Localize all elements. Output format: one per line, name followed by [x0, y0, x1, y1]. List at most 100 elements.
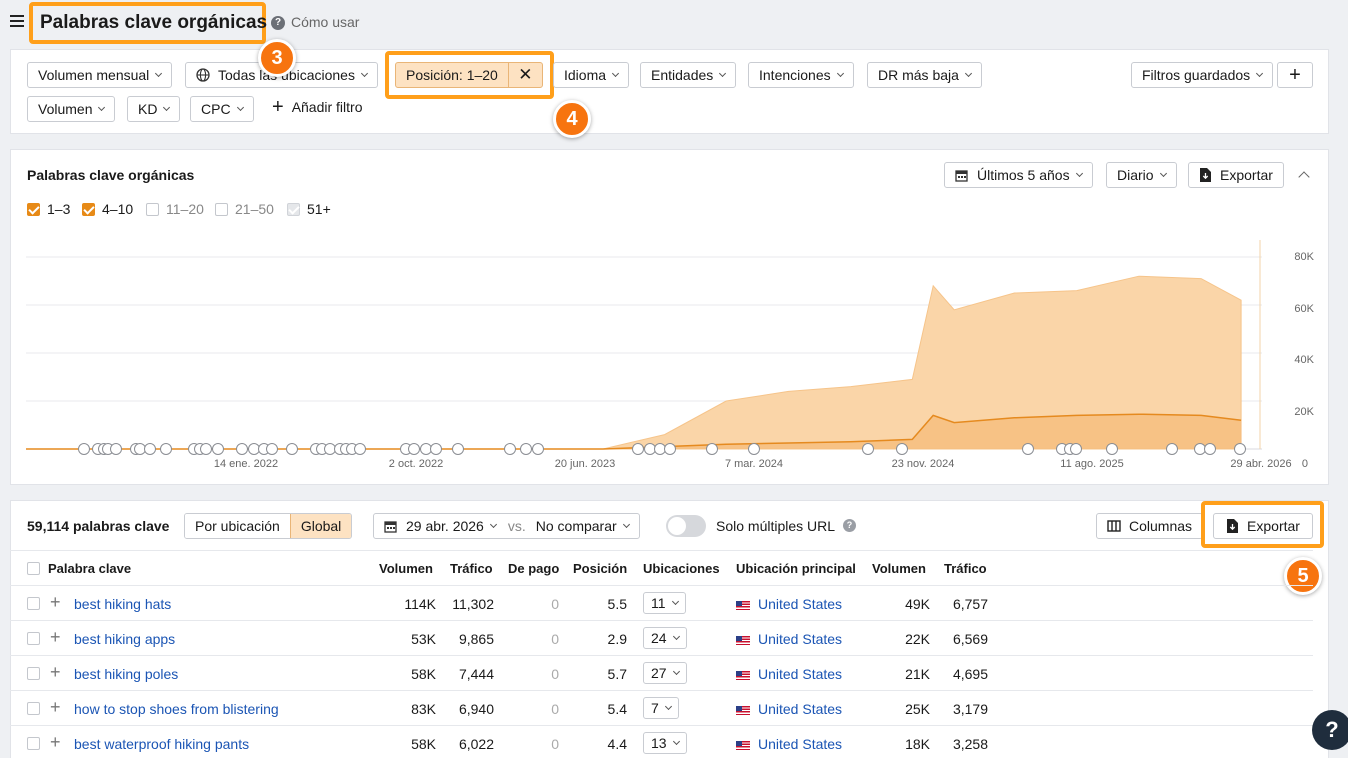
legend-51-plus[interactable]: 51+ — [287, 201, 331, 217]
add-keyword-icon[interactable]: + — [50, 662, 61, 683]
chart-export-button[interactable]: Exportar — [1188, 162, 1284, 188]
step-badge-5: 5 — [1284, 557, 1322, 595]
chart-title: Palabras clave orgánicas — [27, 167, 195, 183]
filter-kd[interactable]: KD — [127, 96, 181, 122]
main-location-link[interactable]: United States — [736, 666, 842, 682]
main-volume-cell: 25K — [905, 701, 930, 717]
add-filter-button[interactable]: + Añadir filtro — [272, 97, 363, 117]
help-circle-icon[interactable]: ? — [271, 16, 285, 30]
filter-label: Intenciones — [759, 67, 831, 83]
period-select[interactable]: Últimos 5 años — [944, 162, 1093, 188]
close-icon[interactable]: ✕ — [507, 63, 542, 87]
x-tick: 29 abr. 2026 — [1230, 458, 1292, 470]
help-chat-button[interactable]: ? — [1312, 710, 1348, 750]
filter-idioma[interactable]: Idioma — [553, 62, 630, 88]
legend-label: 51+ — [307, 201, 331, 217]
col-header-keyword[interactable]: Palabra clave — [48, 561, 131, 576]
x-tick: 11 ago. 2025 — [1060, 458, 1124, 470]
annotation-marker-icon — [748, 443, 760, 455]
filter-entidades[interactable]: Entidades — [640, 62, 737, 88]
add-keyword-icon[interactable]: + — [50, 592, 61, 613]
add-keyword-icon[interactable]: + — [50, 697, 61, 718]
row-checkbox[interactable] — [27, 597, 40, 610]
chevron-down-icon — [98, 103, 106, 112]
columns-button[interactable]: Columnas — [1096, 513, 1204, 539]
divider — [10, 725, 1313, 726]
filter-intenciones[interactable]: Intenciones — [748, 62, 854, 88]
legend-11-20[interactable]: 11–20 — [146, 201, 204, 217]
multiple-url-label: Solo múltiples URL — [716, 518, 836, 534]
legend-checkbox[interactable] — [146, 202, 159, 216]
y-tick: 80K — [1294, 251, 1314, 263]
granularity-select[interactable]: Diario — [1106, 162, 1177, 188]
scope-por-ubicacion[interactable]: Por ubicación — [185, 514, 290, 538]
col-header-traffic[interactable]: Tráfico — [450, 561, 493, 576]
filter-cpc[interactable]: CPC — [190, 96, 254, 122]
keyword-link[interactable]: best waterproof hiking pants — [74, 736, 249, 752]
position-cell: 2.9 — [607, 631, 627, 647]
keyword-link[interactable]: best hiking poles — [74, 666, 178, 682]
row-checkbox[interactable] — [27, 702, 40, 715]
main-location-link[interactable]: United States — [736, 631, 842, 647]
col-header-paid[interactable]: De pago — [508, 561, 559, 576]
main-location-link[interactable]: United States — [736, 596, 842, 612]
col-header-main-traffic[interactable]: Tráfico — [944, 561, 987, 576]
legend-1-3[interactable]: 1–3 — [27, 201, 70, 217]
scope-global[interactable]: Global — [289, 514, 352, 538]
table-export-button[interactable]: Exportar — [1213, 513, 1313, 539]
paid-cell: 0 — [551, 631, 559, 647]
filter-label: CPC — [201, 101, 231, 117]
multiple-url-toggle[interactable] — [666, 515, 706, 537]
keyword-link[interactable]: best hiking apps — [74, 631, 175, 647]
main-location-link[interactable]: United States — [736, 701, 842, 717]
menu-icon[interactable] — [10, 15, 24, 27]
col-header-main-location[interactable]: Ubicación principal — [736, 561, 856, 576]
how-to-link[interactable]: Cómo usar — [291, 14, 359, 30]
main-location-link[interactable]: United States — [736, 736, 842, 752]
legend-4-10[interactable]: 4–10 — [82, 201, 133, 217]
legend-checkbox[interactable] — [215, 202, 228, 216]
row-checkbox[interactable] — [27, 737, 40, 750]
filter-dr[interactable]: DR más baja — [867, 62, 982, 88]
col-header-position[interactable]: Posición — [573, 561, 627, 576]
saved-filters-button[interactable]: Filtros guardados — [1131, 62, 1274, 88]
col-header-volume[interactable]: Volumen — [379, 561, 433, 576]
col-header-locations[interactable]: Ubicaciones — [643, 561, 720, 576]
annotation-marker-icon — [632, 443, 644, 455]
locations-dropdown[interactable]: 7 — [643, 697, 679, 719]
annotation-marker-icon — [286, 443, 298, 455]
x-tick: 7 mar. 2024 — [724, 458, 784, 470]
traffic-cell: 11,302 — [452, 596, 494, 612]
add-keyword-icon[interactable]: + — [50, 732, 61, 753]
legend-label: 11–20 — [166, 201, 204, 217]
page-title: Palabras clave orgánicas — [40, 12, 268, 33]
y-tick: 40K — [1294, 354, 1314, 366]
keyword-link[interactable]: how to stop shoes from blistering — [74, 701, 279, 717]
locations-dropdown[interactable]: 11 — [643, 592, 686, 614]
annotation-marker-icon — [1166, 443, 1178, 455]
locations-dropdown[interactable]: 13 — [643, 732, 687, 754]
help-circle-icon[interactable]: ? — [843, 519, 856, 532]
filter-volumen[interactable]: Volumen — [27, 96, 116, 122]
keywords-area-chart — [26, 240, 1262, 455]
locations-dropdown[interactable]: 27 — [643, 662, 687, 684]
legend-checkbox[interactable] — [287, 202, 300, 216]
filter-label: Filtros guardados — [1142, 67, 1251, 83]
legend-checkbox[interactable] — [27, 202, 40, 216]
select-all-checkbox[interactable] — [27, 562, 40, 575]
filter-posicion[interactable]: Posición: 1–20 ✕ — [395, 62, 543, 88]
legend-checkbox[interactable] — [82, 202, 95, 216]
keyword-link[interactable]: best hiking hats — [74, 596, 171, 612]
date-compare-select[interactable]: 29 abr. 2026 vs. No comparar — [373, 513, 640, 539]
locations-value: 7 — [651, 700, 659, 716]
add-saved-filter-button[interactable]: + — [1277, 62, 1313, 88]
locations-dropdown[interactable]: 24 — [643, 627, 687, 649]
legend-21-50[interactable]: 21–50 — [215, 201, 274, 217]
col-header-main-volume[interactable]: Volumen — [872, 561, 926, 576]
add-keyword-icon[interactable]: + — [50, 627, 61, 648]
row-checkbox[interactable] — [27, 632, 40, 645]
row-checkbox[interactable] — [27, 667, 40, 680]
filter-volumen-mensual[interactable]: Volumen mensual — [27, 62, 173, 88]
annotation-marker-icon — [862, 443, 874, 455]
volume-cell: 114K — [404, 596, 436, 612]
